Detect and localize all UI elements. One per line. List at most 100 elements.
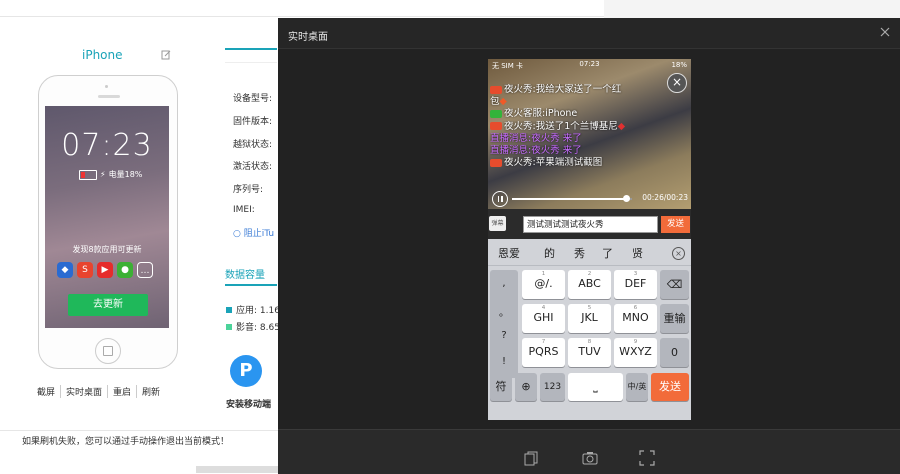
screenshot-action[interactable]: 截屏 [32, 385, 62, 398]
info-model-label: 设备型号: [233, 94, 273, 104]
refresh-action[interactable]: 刷新 [137, 385, 165, 398]
candidate-word[interactable]: 恩爱 [498, 245, 520, 261]
punct-key[interactable]: ! [490, 356, 518, 367]
progress-knob[interactable] [623, 195, 630, 202]
shield-app-icon: ◆ [57, 262, 73, 278]
device-name: iPhone [82, 48, 123, 62]
app-topbar [0, 0, 604, 17]
punct-key[interactable]: , [490, 278, 518, 289]
chat-line: 夜火秀:我给大家送了一个红 [490, 84, 675, 96]
mirrored-phone-screen[interactable]: 无 SIM 卡 07:23 18% × 夜火秀:我给大家送了一个红 包◆ 夜火客… [488, 59, 691, 420]
candidate-word[interactable]: 贤 [632, 245, 643, 261]
candidate-word[interactable]: 了 [602, 245, 613, 261]
live-desktop-window: 实时桌面 无 SIM 卡 07:23 18% × 夜火秀:我给大家送了一个红 包… [278, 18, 900, 474]
key-1[interactable]: 1 @/. [522, 270, 565, 299]
chat-line: 直播消息:夜火秀 来了 [490, 133, 675, 145]
copy-icon[interactable] [523, 450, 539, 466]
chat-input[interactable]: 测试测试测试夜火秀 [523, 216, 658, 233]
key-letters: MNO [622, 311, 649, 324]
phone-action-bar: 截屏 实时桌面 重启 刷新 [32, 385, 165, 398]
chat-text: 夜火秀:苹果端测试截图 [504, 157, 603, 169]
key-9[interactable]: 9 WXYZ [614, 338, 657, 367]
block-itunes-link[interactable]: ○ 阻止iTu [233, 226, 274, 239]
number-key[interactable]: 123 [540, 373, 565, 401]
chat-line: 直播消息:夜火秀 来了 [490, 145, 675, 157]
bottom-message: 如果刷机失败，您可以通过手动操作退出当前模式！ [22, 437, 230, 447]
backspace-icon[interactable]: ⌫ [660, 270, 689, 299]
update-button[interactable]: 去更新 [68, 294, 148, 316]
symbol-key[interactable]: 符 [490, 373, 512, 401]
video-time: 00:26/00:23 [642, 193, 688, 202]
ios-status-bar: 无 SIM 卡 07:23 18% [488, 59, 691, 71]
key-letters: TUV [578, 345, 601, 358]
candidate-word[interactable]: 秀 [574, 245, 585, 261]
punct-key[interactable]: ? [490, 330, 518, 341]
more-icon: … [137, 262, 153, 278]
send-button[interactable]: 发送 [661, 216, 690, 233]
phone-mockup: 07:23 ⚡ 电量18% 发现8款应用可更新 ◆ S ▶ ● … 去更新 [38, 75, 178, 369]
mobile-app-icon[interactable]: P [230, 355, 262, 387]
car-gift-icon: ◆ [617, 120, 626, 132]
camera-icon[interactable] [582, 450, 598, 466]
phone-speaker [98, 95, 120, 98]
install-mobile-label[interactable]: 安装移动端 [226, 397, 271, 410]
live-desktop-action[interactable]: 实时桌面 [61, 385, 109, 398]
globe-icon[interactable]: ⊕ [515, 373, 537, 401]
ios-keyboard: 恩爱 的 秀 了 贤 × , 。 ? ! 1 @/. 2 ABC 3 DEF ⌫ 4G… [488, 239, 691, 420]
gift-icon: ◆ [499, 96, 507, 108]
danmu-toggle[interactable]: 弹幕 [489, 216, 506, 231]
zero-key[interactable]: 0 [660, 338, 689, 367]
lock-screen-time: 07:23 [61, 128, 153, 163]
key-letters: GHI [533, 311, 554, 324]
edit-icon[interactable] [161, 50, 171, 60]
space-icon[interactable]: ⎵ [568, 373, 623, 401]
key-7[interactable]: 7 PQRS [522, 338, 565, 367]
chat-text: 夜火秀:我送了1个兰博基尼 [504, 120, 618, 132]
language-key[interactable]: 中/英 [626, 373, 648, 401]
live-video[interactable]: 无 SIM 卡 07:23 18% × 夜火秀:我给大家送了一个红 包◆ 夜火客… [488, 59, 691, 209]
key-4[interactable]: 4 GHI [522, 304, 565, 333]
update-notice: 发现8款应用可更新 [72, 245, 142, 254]
storage-tab-indicator [225, 284, 277, 286]
info-jailbreak-label: 越狱状态: [233, 140, 273, 150]
key-3[interactable]: 3 DEF [614, 270, 657, 299]
reinput-key[interactable]: 重输 [660, 304, 689, 333]
key-2[interactable]: 2 ABC [568, 270, 611, 299]
update-app-icons: ◆ S ▶ ● … [57, 262, 153, 278]
keyboard-send-key[interactable]: 发送 [651, 373, 689, 401]
key-6[interactable]: 6 MNO [614, 304, 657, 333]
chat-text: 直播消息:夜火秀 来了 [490, 132, 582, 144]
reboot-action[interactable]: 重启 [108, 385, 138, 398]
info-activation-label: 激活状态: [233, 162, 273, 172]
battery-label: 电量18% [108, 170, 143, 179]
pause-icon[interactable] [492, 191, 508, 207]
progress-track[interactable] [512, 195, 632, 202]
chat-messages: 夜火秀:我给大家送了一个红 包◆ 夜火客服:iPhone 夜火秀:我送了1个兰博… [490, 84, 675, 169]
video-progress: 00:26/00:23 [492, 191, 688, 207]
info-serial-label: 序列号: [233, 185, 264, 195]
key-letters: DEF [624, 277, 647, 290]
play-app-icon: ▶ [97, 262, 113, 278]
key-letters: WXYZ [619, 345, 652, 358]
key-5[interactable]: 5 JKL [568, 304, 611, 333]
storage-tab[interactable]: 数据容量 [225, 266, 265, 281]
key-8[interactable]: 8 TUV [568, 338, 611, 367]
clear-candidates-icon[interactable]: × [672, 247, 685, 260]
status-battery: 18% [671, 61, 687, 69]
key-letters: PQRS [528, 345, 559, 358]
chat-text: 夜火秀:我给大家送了一个红 [504, 84, 622, 95]
chat-line: 夜火秀:苹果端测试截图 [490, 157, 675, 169]
fullscreen-icon[interactable] [639, 450, 655, 466]
chat-text: 夜火客服:iPhone [504, 108, 578, 120]
keyboard-divider [488, 265, 691, 266]
candidate-word[interactable]: 的 [544, 245, 555, 261]
battery-status: ⚡ 电量18% [79, 169, 142, 180]
overlay-titlebar: 实时桌面 [278, 18, 900, 49]
phone-lock-screen: 07:23 ⚡ 电量18% 发现8款应用可更新 ◆ S ▶ ● … 去更新 [45, 106, 169, 328]
battery-icon [79, 169, 97, 180]
punctuation-column: , 。 ? ! [490, 270, 518, 378]
close-icon[interactable] [880, 27, 890, 37]
punct-key[interactable]: 。 [490, 304, 518, 319]
apps-legend-swatch [226, 306, 232, 313]
media-storage-label: 影音: 8.65 [236, 323, 280, 333]
